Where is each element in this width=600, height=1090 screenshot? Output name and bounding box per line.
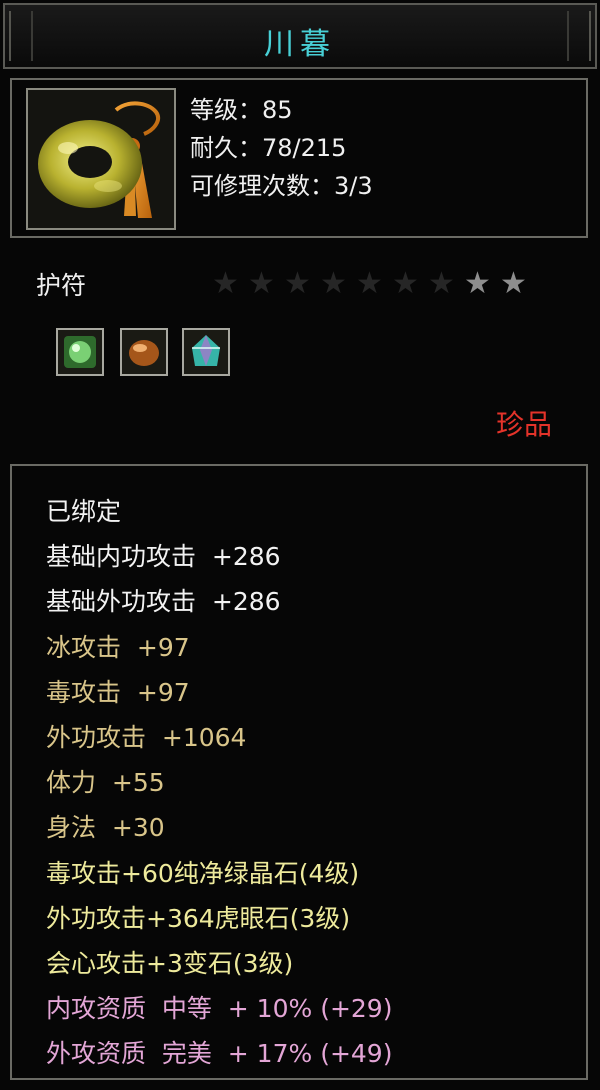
- title-bar: 川暮: [3, 3, 597, 69]
- item-type: 护符: [36, 271, 87, 300]
- item-tooltip-panel: 川暮 等级：85 耐久：78/215 可修理次数：3/3 护符 ★ ★ ★ ★ …: [0, 0, 600, 1090]
- prism-crystal-icon: [182, 328, 230, 376]
- amber-stone-icon: [120, 328, 168, 376]
- item-durability: 耐久：78/215: [190, 134, 347, 162]
- jade-amulet-icon: [26, 88, 176, 230]
- item-name: 川暮: [264, 27, 336, 62]
- attribute-line: 内攻资质 中等 + 10% (+29): [46, 994, 393, 1024]
- star-filled-icon: ★: [464, 266, 491, 301]
- star-empty-icon: ★: [284, 266, 311, 301]
- attribute-line: 已绑定: [46, 497, 122, 526]
- attribute-line: 外功攻击+364虎眼石(3级): [46, 903, 351, 933]
- star-rating: ★ ★ ★ ★ ★ ★ ★ ★ ★: [212, 266, 542, 302]
- attribute-line: 基础外功攻击 +286: [46, 587, 281, 617]
- rarity-label: 珍品: [495, 408, 552, 441]
- item-info-box: 等级：85 耐久：78/215 可修理次数：3/3: [10, 78, 588, 238]
- attribute-box: 已绑定基础内功攻击 +286 基础外功攻击 +286 冰攻击 +97 毒攻击 +97 外…: [10, 464, 588, 1080]
- green-gem-icon: [56, 328, 104, 376]
- attribute-line: 体力 +55: [46, 768, 165, 798]
- attribute-line: 会心攻击+3变石(3级): [46, 949, 294, 978]
- item-level: 等级：85: [190, 96, 293, 124]
- attribute-line: 身法 +30: [46, 813, 165, 843]
- star-empty-icon: ★: [248, 266, 275, 301]
- attribute-line: 毒攻击+60纯净绿晶石(4级): [46, 858, 360, 888]
- attribute-line: 冰攻击 +97: [46, 632, 190, 662]
- star-filled-icon: ★: [500, 266, 527, 301]
- attribute-line: 基础内功攻击 +286: [46, 542, 281, 572]
- attribute-line: 毒攻击 +97: [46, 677, 190, 707]
- star-empty-icon: ★: [212, 266, 239, 301]
- star-empty-icon: ★: [392, 266, 419, 301]
- star-empty-icon: ★: [320, 266, 347, 301]
- star-empty-icon: ★: [356, 266, 383, 301]
- star-empty-icon: ★: [428, 266, 455, 301]
- item-repair-count: 可修理次数：3/3: [190, 172, 373, 200]
- attribute-line: 外功攻击 +1064: [46, 723, 247, 752]
- attribute-line: 外攻资质 完美 + 17% (+49): [46, 1039, 393, 1069]
